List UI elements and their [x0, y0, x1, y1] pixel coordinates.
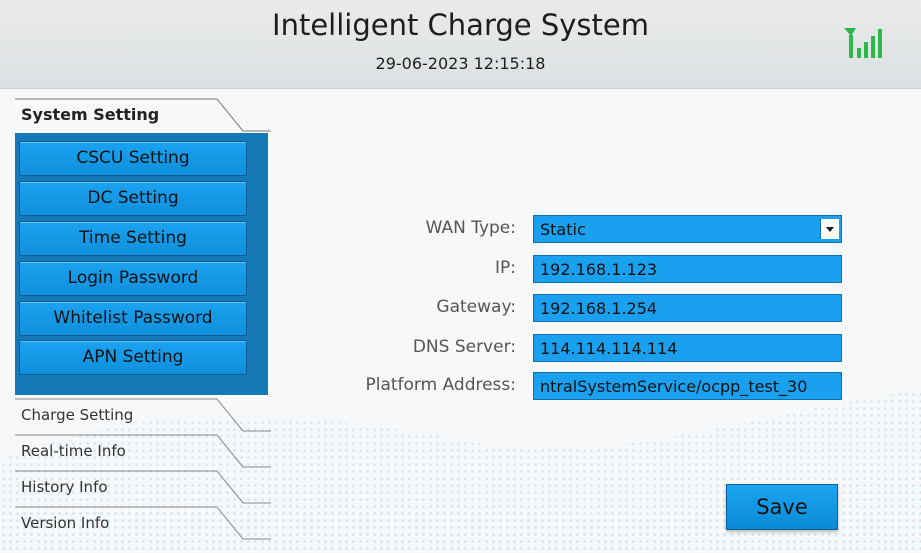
gateway-input[interactable]: 192.168.1.254: [533, 294, 842, 322]
save-button[interactable]: Save: [726, 484, 838, 530]
chevron-down-icon[interactable]: [820, 219, 839, 239]
header-bar: Intelligent Charge System 29-06-2023 12:…: [0, 0, 921, 89]
cscu-setting-button[interactable]: CSCU Setting: [19, 141, 247, 176]
ip-label: IP:: [495, 258, 516, 278]
ip-input[interactable]: 192.168.1.123: [533, 255, 842, 283]
login-password-button[interactable]: Login Password: [19, 261, 247, 296]
tab-real-time-info-label: Real-time Info: [21, 442, 126, 460]
app-title: Intelligent Charge System: [272, 8, 649, 42]
system-setting-menu: CSCU Setting DC Setting Time Setting Log…: [15, 133, 268, 395]
tab-version-info-label: Version Info: [21, 514, 110, 532]
tab-system-setting[interactable]: System Setting: [15, 98, 271, 134]
apn-setting-button[interactable]: APN Setting: [19, 340, 247, 375]
tab-real-time-info[interactable]: Real-time Info: [15, 434, 271, 470]
whitelist-password-button[interactable]: Whitelist Password: [19, 301, 247, 336]
tab-history-info[interactable]: History Info: [15, 470, 271, 506]
dns-server-label: DNS Server:: [412, 337, 516, 357]
wan-type-value: Static: [540, 220, 586, 239]
dc-setting-button[interactable]: DC Setting: [19, 181, 247, 216]
wan-type-select[interactable]: Static: [533, 215, 842, 243]
time-setting-button[interactable]: Time Setting: [19, 221, 247, 256]
wan-type-label: WAN Type:: [425, 218, 516, 238]
platform-address-input[interactable]: ntralSystemService/ocpp_test_30: [533, 372, 842, 400]
gateway-label: Gateway:: [436, 297, 516, 317]
datetime-display: 29-06-2023 12:15:18: [375, 54, 546, 73]
tab-history-info-label: History Info: [21, 478, 108, 496]
tab-system-setting-label: System Setting: [21, 105, 160, 124]
tab-charge-setting-label: Charge Setting: [21, 406, 134, 424]
signal-strength-icon: [844, 28, 882, 58]
tab-version-info[interactable]: Version Info: [15, 506, 271, 542]
platform-address-label: Platform Address:: [365, 375, 516, 395]
tab-charge-setting[interactable]: Charge Setting: [15, 398, 271, 434]
dns-server-input[interactable]: 114.114.114.114: [533, 334, 842, 362]
